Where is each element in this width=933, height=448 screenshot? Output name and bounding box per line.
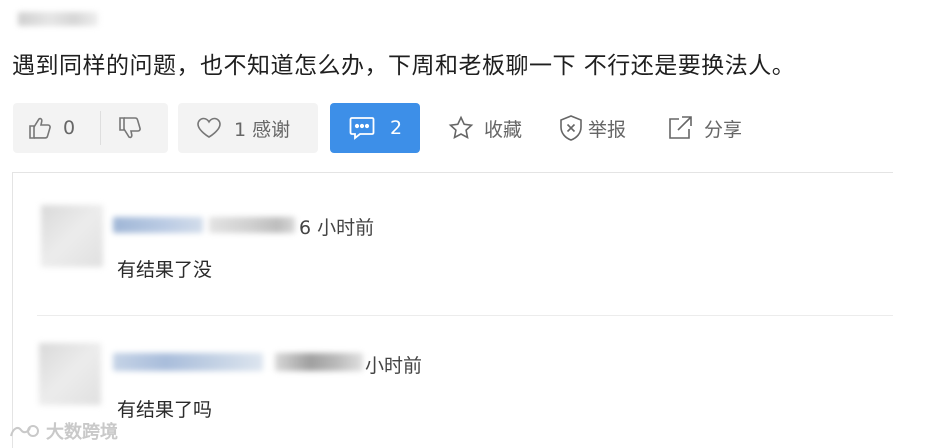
post-text: 遇到同样的问题，也不知道怎么办，下周和老板聊一下 不行还是要换法人。 (12, 53, 796, 79)
commenter-name-blurred[interactable] (113, 217, 203, 233)
favorite-label: 收藏 (484, 118, 523, 141)
comment-button[interactable]: 2 (330, 103, 420, 153)
star-icon (448, 115, 474, 141)
comment-panel: 6 小时前 有结果了没 小时前 有结果了吗 (12, 172, 893, 448)
share-button[interactable]: 分享 (666, 103, 742, 153)
comment-count: 2 (389, 117, 403, 139)
comment-text: 有结果了没 (117, 259, 213, 281)
thanks-label: 1 感谢 (234, 118, 291, 141)
vote-group: 0 (13, 103, 168, 153)
like-button[interactable]: 0 (27, 103, 75, 153)
commenter-name-blurred[interactable] (113, 353, 263, 371)
thanks-button[interactable]: 1 感谢 (178, 103, 318, 153)
commenter-meta-blurred (209, 217, 295, 233)
watermark-text: 大数跨境 (46, 422, 118, 443)
comment-text: 有结果了吗 (117, 399, 213, 421)
shield-x-icon (558, 114, 584, 142)
avatar[interactable] (39, 343, 101, 405)
vote-divider (100, 111, 101, 145)
commenter-meta-blurred (275, 353, 363, 371)
comment-divider (37, 315, 893, 316)
favorite-button[interactable]: 收藏 (448, 103, 522, 153)
share-label: 分享 (704, 118, 743, 141)
report-button[interactable]: 举报 (558, 103, 626, 153)
thumbs-up-icon (27, 115, 53, 141)
share-icon (666, 114, 694, 142)
dislike-button[interactable] (117, 103, 143, 153)
heart-icon (196, 116, 222, 140)
thumbs-down-icon (117, 115, 143, 141)
author-name-blurred (18, 12, 98, 26)
report-label: 举报 (588, 118, 627, 141)
comment-time: 小时前 (365, 355, 423, 377)
comment-icon (348, 115, 376, 141)
comment-time: 6 小时前 (299, 217, 375, 239)
watermark: 大数跨境 (8, 418, 118, 444)
watermark-logo-icon (8, 422, 42, 440)
avatar[interactable] (41, 205, 103, 267)
like-count: 0 (63, 117, 76, 139)
